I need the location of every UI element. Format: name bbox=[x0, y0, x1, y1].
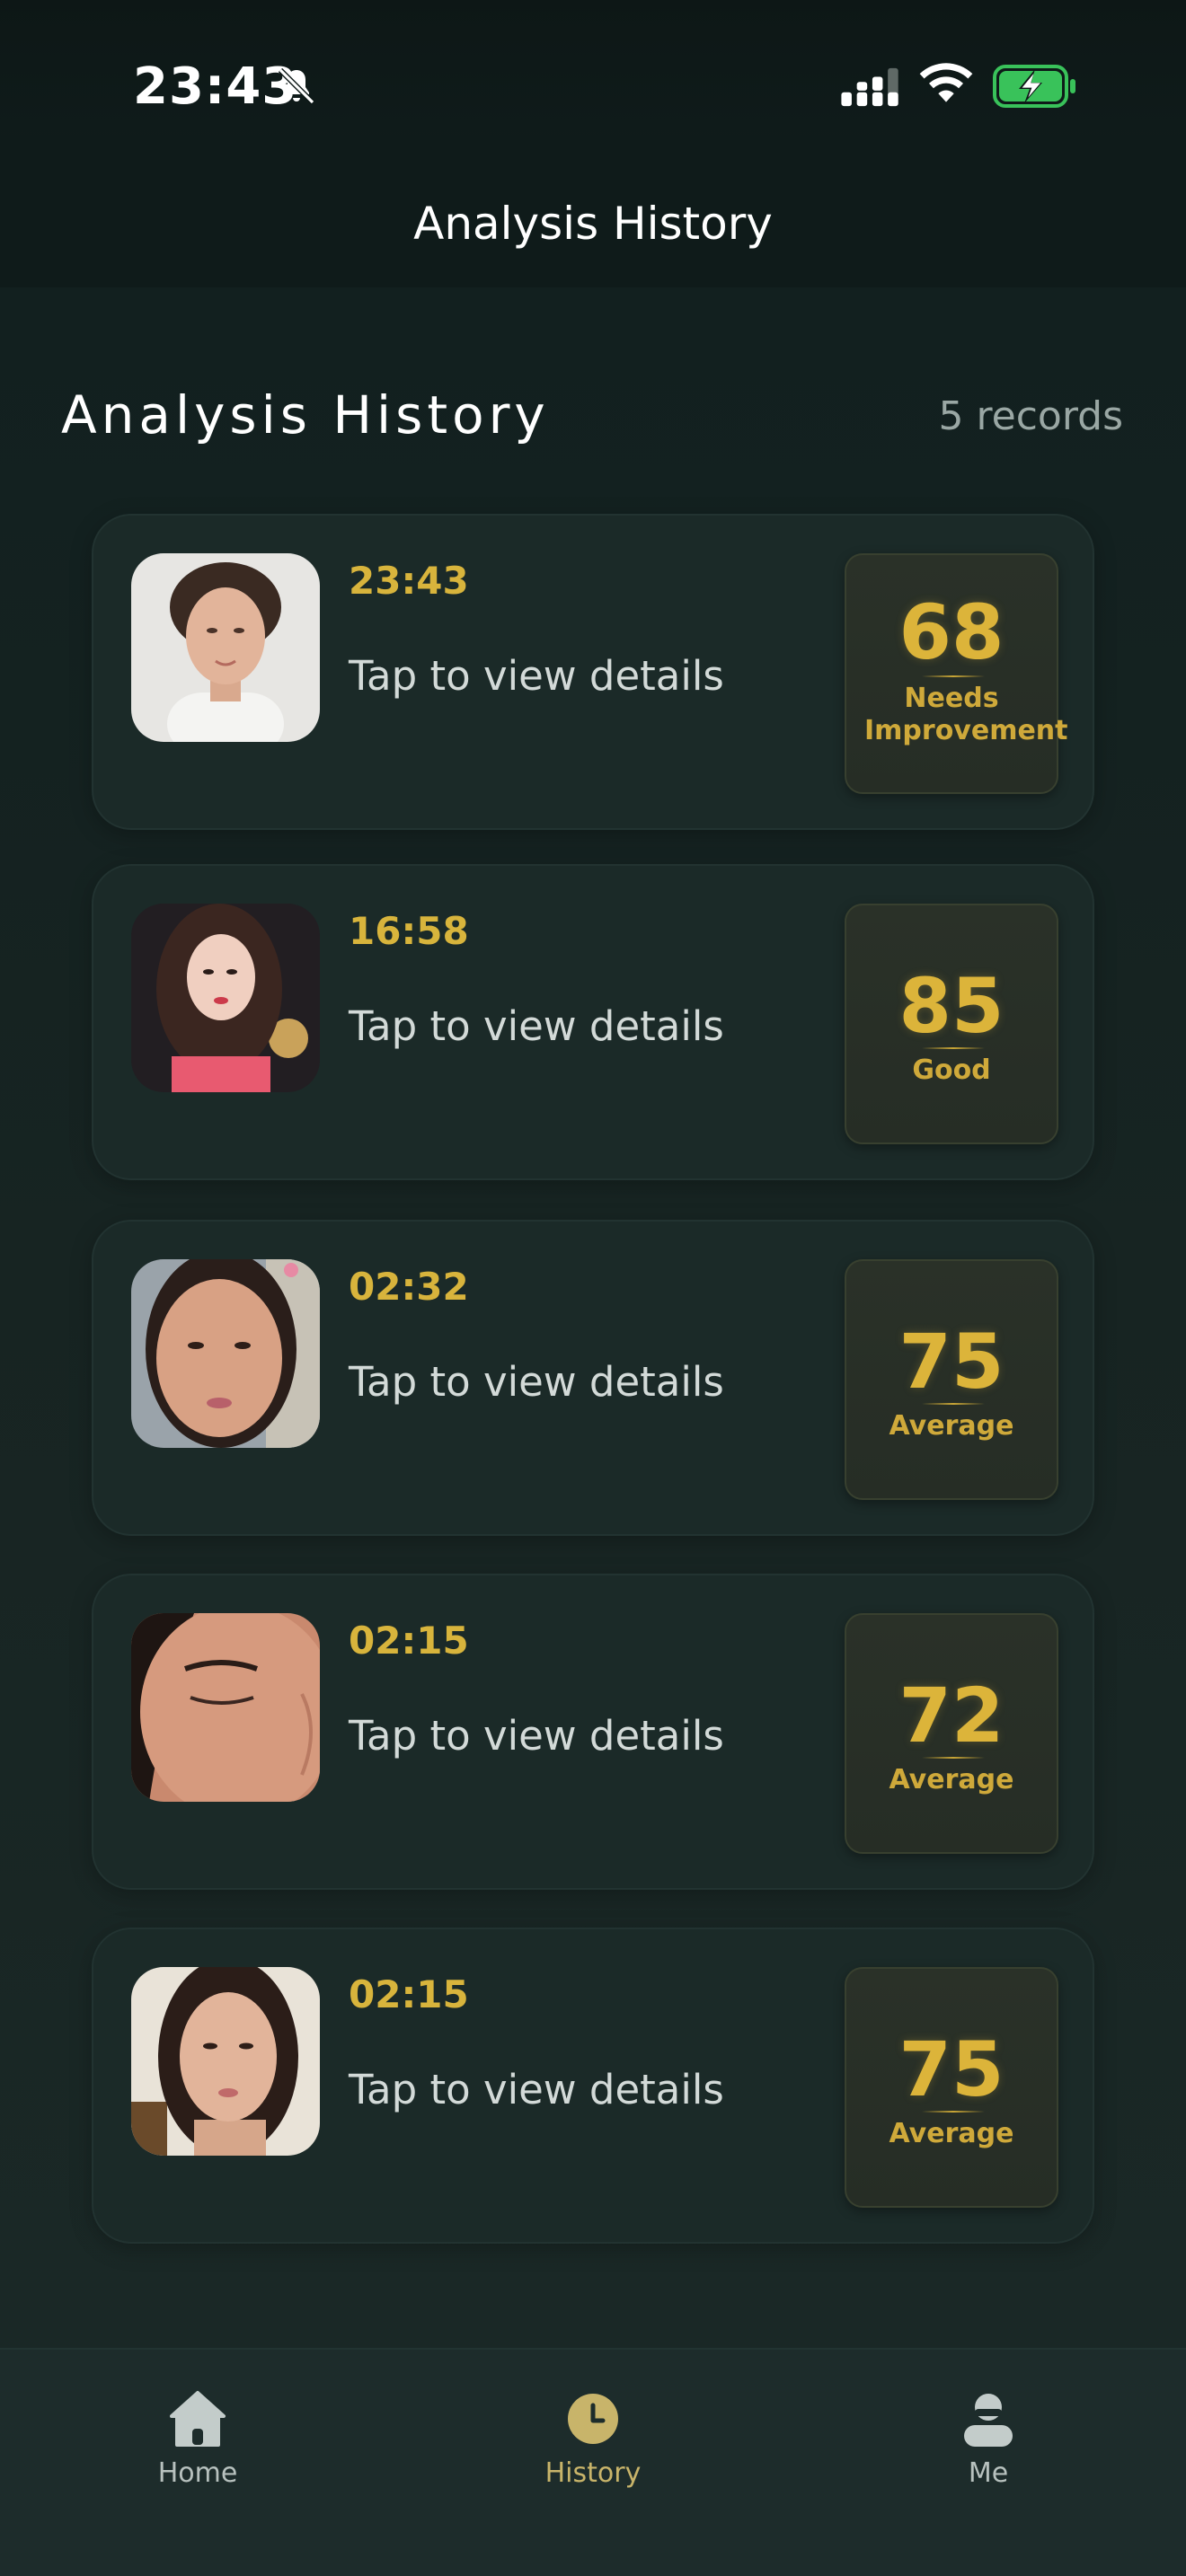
record-time: 16:58 bbox=[349, 909, 469, 953]
record-time: 02:15 bbox=[349, 1972, 469, 2016]
home-icon bbox=[170, 2391, 226, 2447]
score-badge: 68 Needs Improvement bbox=[845, 553, 1068, 794]
score-rating: Average bbox=[889, 1410, 1014, 1442]
record-subtitle: Tap to view details bbox=[349, 1712, 724, 1760]
score-badge: 72 Average bbox=[845, 1613, 1058, 1854]
score-value: 75 bbox=[898, 1318, 1005, 1406]
score-value: 72 bbox=[898, 1672, 1005, 1760]
score-rating: Average bbox=[889, 2118, 1014, 2149]
history-record-card[interactable]: 02:32 Tap to view details 75 Average bbox=[92, 1220, 1094, 1536]
tab-history[interactable]: History bbox=[485, 2368, 701, 2493]
tab-home[interactable]: Home bbox=[90, 2368, 305, 2493]
score-divider bbox=[922, 1403, 985, 1405]
history-record-card[interactable]: 16:58 Tap to view details 85 Good bbox=[92, 864, 1094, 1180]
score-badge: 75 Average bbox=[845, 1259, 1058, 1500]
score-value: 68 bbox=[898, 588, 1005, 676]
record-time: 02:32 bbox=[349, 1265, 469, 1309]
tab-label: History bbox=[544, 2457, 642, 2489]
history-record-card[interactable]: 23:43 Tap to view details 68 Needs Impro… bbox=[92, 514, 1094, 830]
score-rating: Good bbox=[912, 1054, 991, 1086]
status-time: 23:43 bbox=[133, 57, 298, 116]
bell-off-icon bbox=[278, 67, 315, 105]
score-badge: 85 Good bbox=[845, 904, 1058, 1144]
face-photo-thumbnail bbox=[131, 904, 320, 1092]
tab-me[interactable]: Me bbox=[881, 2368, 1096, 2493]
cellular-signal-icon bbox=[841, 67, 898, 107]
record-count: 5 records bbox=[938, 393, 1123, 439]
record-time: 02:15 bbox=[349, 1619, 469, 1663]
page-title: Analysis History bbox=[413, 198, 773, 250]
tab-label: Me bbox=[968, 2457, 1009, 2489]
score-divider bbox=[922, 1757, 985, 1759]
score-rating: Needs Improvement bbox=[864, 683, 1068, 746]
section-title: Analysis History bbox=[61, 384, 550, 446]
wifi-icon bbox=[919, 63, 973, 102]
history-record-card[interactable]: 02:15 Tap to view details 75 Average bbox=[92, 1928, 1094, 2244]
tab-label: Home bbox=[157, 2457, 238, 2489]
score-divider bbox=[922, 2111, 985, 2113]
record-time: 23:43 bbox=[349, 559, 469, 603]
battery-charging-icon bbox=[993, 65, 1075, 108]
score-value: 85 bbox=[898, 962, 1005, 1050]
profile-icon bbox=[964, 2394, 1013, 2447]
history-clock-icon bbox=[568, 2394, 618, 2444]
nav-header: Analysis History bbox=[0, 135, 1186, 287]
score-rating: Average bbox=[889, 1764, 1014, 1795]
face-photo-thumbnail bbox=[131, 1259, 320, 1448]
app-screen: 23:43 Analysis History Analysis History … bbox=[0, 0, 1186, 2576]
history-record-card[interactable]: 02:15 Tap to view details 72 Average bbox=[92, 1574, 1094, 1890]
score-value: 75 bbox=[898, 2025, 1005, 2113]
score-divider bbox=[922, 675, 985, 677]
face-photo-thumbnail bbox=[131, 1613, 320, 1802]
record-subtitle: Tap to view details bbox=[349, 1002, 724, 1050]
score-divider bbox=[922, 1047, 985, 1049]
record-subtitle: Tap to view details bbox=[349, 2066, 724, 2113]
face-photo-thumbnail bbox=[131, 1967, 320, 2156]
face-photo-thumbnail bbox=[131, 553, 320, 742]
score-badge: 75 Average bbox=[845, 1967, 1058, 2208]
bottom-tab-bar: Home History Me bbox=[0, 2348, 1186, 2576]
record-subtitle: Tap to view details bbox=[349, 652, 724, 700]
record-subtitle: Tap to view details bbox=[349, 1358, 724, 1406]
